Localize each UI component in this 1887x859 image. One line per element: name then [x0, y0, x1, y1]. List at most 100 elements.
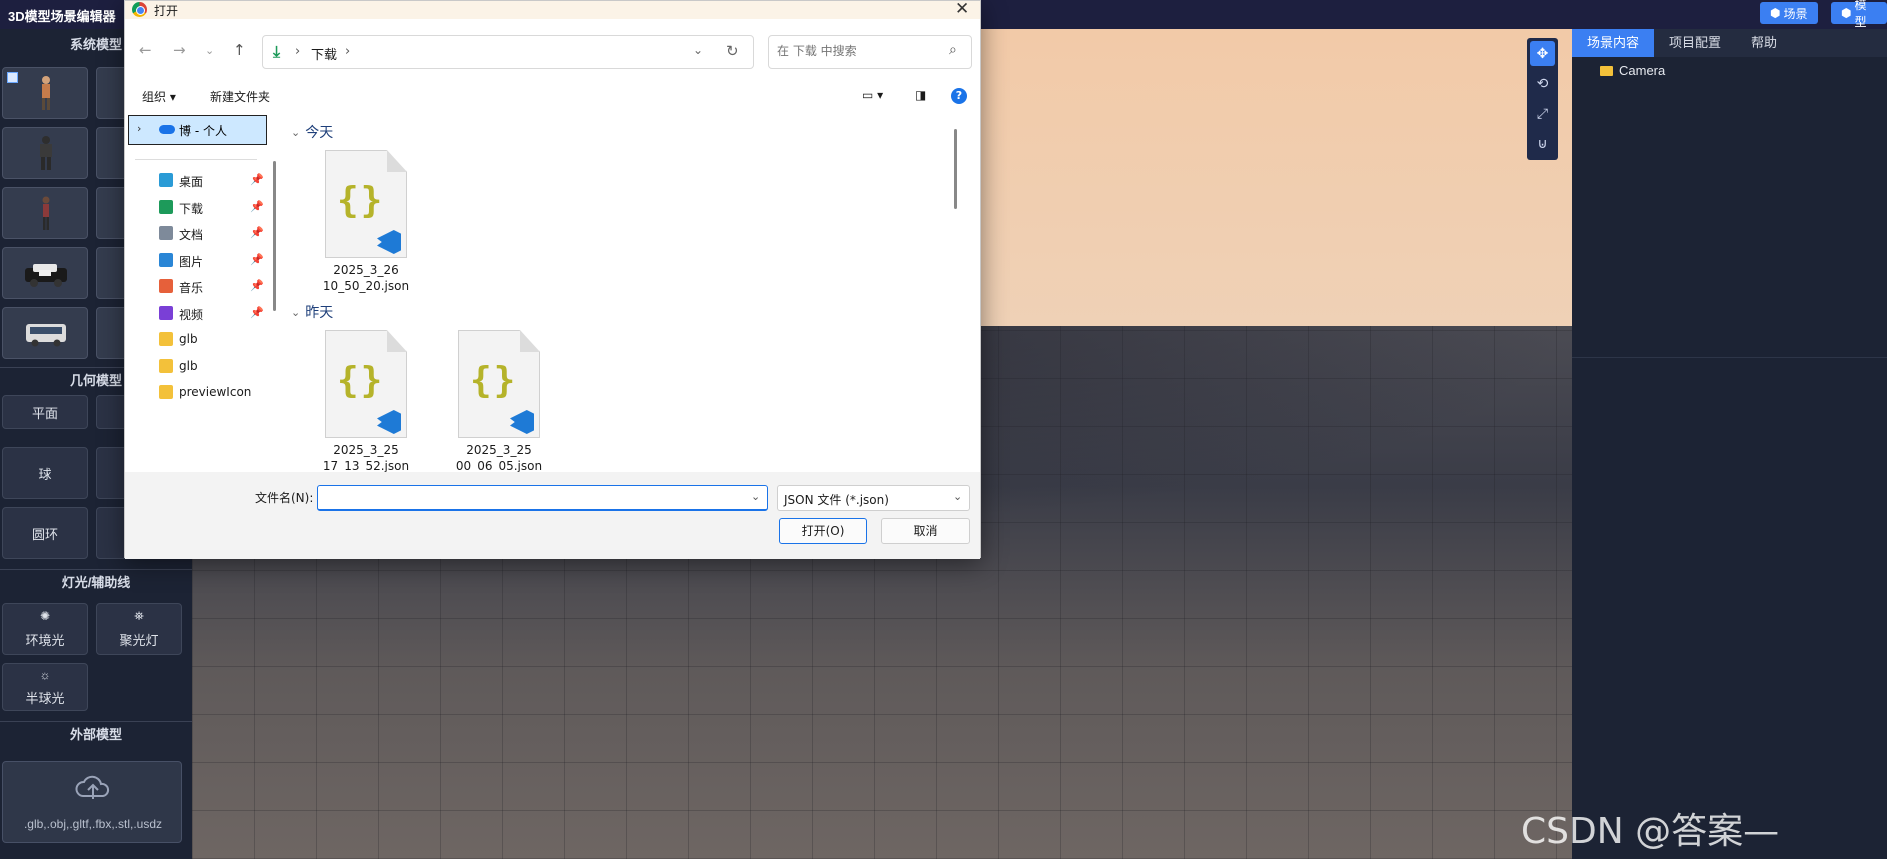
system-model-tile[interactable]	[2, 67, 88, 119]
address-bar[interactable]: ⤓ › 下载 › ⌄ ↻	[262, 35, 754, 69]
filetype-value: JSON 文件 (*.json)	[784, 493, 889, 507]
nav-item[interactable]: 视频 📌	[125, 302, 271, 326]
file-item[interactable]: {} 2025_3_25 00_06_05.json	[446, 330, 542, 472]
nav-item[interactable]: previewIcon	[125, 381, 271, 405]
rotate-icon[interactable]: ⟲	[1530, 71, 1555, 96]
nav-item-label: 下载	[179, 201, 204, 216]
nav-item[interactable]: 桌面 📌	[125, 169, 271, 193]
search-box[interactable]: ⌕	[768, 35, 972, 69]
nav-item-label: 博 - 个人	[179, 124, 227, 138]
app-title: 3D模型场景编辑器	[8, 9, 116, 24]
pin-icon[interactable]: 📌	[250, 173, 264, 186]
search-input[interactable]	[777, 44, 937, 58]
light-item-ambient[interactable]: ✺ 环境光	[2, 603, 88, 655]
content-scrollbar[interactable]	[954, 129, 957, 209]
geometry-item-torus[interactable]: 圆环	[2, 507, 88, 559]
file-name: 2025_3_25 00_06_05.json	[455, 443, 543, 472]
pin-icon[interactable]: 📌	[250, 306, 264, 319]
light-item-label: 聚光灯	[119, 633, 159, 648]
hemisphere-light-icon: ☼	[39, 668, 51, 682]
model-button-label: 模型	[1854, 0, 1867, 29]
scene-tree-item-camera[interactable]: Camera	[1600, 63, 1665, 78]
navigation-pane: › 博 - 个人 桌面 📌 下载 📌 文档 📌 图片 📌 音乐 📌 视频 📌 glb glb preview…	[125, 111, 277, 472]
library-icon	[159, 252, 173, 267]
group-header-yesterday[interactable]: ⌄ 昨天	[291, 302, 333, 322]
human-figure-thumbnail	[42, 76, 50, 110]
help-icon[interactable]: ?	[951, 88, 967, 104]
cube-icon: ⬢	[1770, 6, 1781, 20]
scale-icon[interactable]: ⤢	[1530, 101, 1555, 126]
geometry-item-sphere[interactable]: 球	[2, 447, 88, 499]
view-mode-icon[interactable]: ▭ ▾	[862, 88, 883, 102]
system-model-tile[interactable]	[2, 127, 88, 179]
pin-icon[interactable]: 📌	[250, 200, 264, 213]
nav-item-label: 音乐	[179, 281, 204, 295]
nav-item[interactable]: glb	[125, 355, 271, 379]
light-item-spotlight[interactable]: ⛯ 聚光灯	[96, 603, 182, 655]
filename-input[interactable]: ⌄	[317, 485, 768, 511]
file-name: 2025_3_25 17_13_52.json	[322, 443, 410, 472]
refresh-icon[interactable]: ↻	[726, 42, 739, 60]
nav-item-label: 视频	[179, 307, 204, 322]
move-icon[interactable]: ✥	[1530, 41, 1555, 66]
model-button[interactable]: ⬢ 模型	[1831, 0, 1887, 29]
group-header-today[interactable]: ⌄ 今天	[291, 122, 333, 142]
upload-hint: .glb,.obj,.gltf,.fbx,.stl,.usdz	[23, 817, 163, 831]
forward-arrow-icon[interactable]: →	[173, 41, 186, 59]
model-upload-dropzone[interactable]: .glb,.obj,.gltf,.fbx,.stl,.usdz	[2, 761, 182, 843]
nav-item-onedrive[interactable]: › 博 - 个人	[128, 115, 267, 145]
dialog-footer: 文件名(N): ⌄ JSON 文件 (*.json) ⌄ 打开(O) 取消	[125, 472, 980, 559]
cloud-icon	[159, 125, 175, 134]
preview-pane-icon[interactable]: ◨	[915, 88, 926, 102]
nav-item[interactable]: glb	[125, 328, 271, 352]
breadcrumb-location[interactable]: 下载	[311, 44, 337, 63]
up-arrow-icon[interactable]: ↑	[233, 41, 246, 59]
scene-button-label: 场景	[1783, 6, 1808, 21]
folder-icon	[1600, 65, 1613, 76]
cloud-upload-icon	[75, 775, 110, 799]
close-icon[interactable]: ✕	[955, 0, 969, 19]
geometry-item-plane[interactable]: 平面	[2, 395, 88, 429]
chevron-down-icon[interactable]: ⌄	[205, 44, 214, 57]
scene-button[interactable]: ⬢ 场景	[1760, 2, 1818, 24]
file-item[interactable]: {} 2025_3_25 17_13_52.json	[313, 330, 409, 472]
library-icon	[159, 279, 173, 293]
tab-help[interactable]: 帮助	[1736, 29, 1792, 57]
new-folder-button[interactable]: 新建文件夹	[210, 88, 270, 105]
nav-item[interactable]: 图片 📌	[125, 249, 271, 273]
selection-icon	[7, 72, 18, 83]
system-model-tile[interactable]	[2, 307, 88, 359]
bus-thumbnail	[26, 324, 66, 347]
chevron-down-icon[interactable]: ⌄	[751, 490, 760, 503]
transform-toolbar: ✥ ⟲ ⤢ ⊍	[1527, 38, 1558, 160]
chevron-right-icon: ›	[137, 122, 142, 135]
geometry-item-label: 平面	[31, 406, 58, 421]
chrome-icon	[132, 2, 147, 17]
nav-item-label: previewIcon	[179, 385, 252, 399]
back-arrow-icon[interactable]: ←	[139, 41, 152, 59]
library-icon	[159, 173, 173, 187]
filetype-select[interactable]: JSON 文件 (*.json) ⌄	[777, 485, 970, 511]
scene-tree-label: Camera	[1619, 63, 1666, 78]
pin-icon[interactable]: 📌	[250, 226, 264, 239]
nav-item[interactable]: 文档 📌	[125, 222, 271, 246]
magnet-icon[interactable]: ⊍	[1530, 131, 1555, 156]
system-model-tile[interactable]	[2, 247, 88, 299]
system-model-tile[interactable]	[2, 187, 88, 239]
pin-icon[interactable]: 📌	[250, 253, 264, 266]
chevron-down-icon[interactable]: ⌄	[693, 43, 703, 57]
right-panel: 场景内容 项目配置 帮助 Camera	[1572, 29, 1887, 859]
file-list: ⌄ 今天 ⌄ 昨天 {} 2025_3_26 10_50_20.json {} …	[283, 111, 970, 472]
cancel-button[interactable]: 取消	[881, 518, 970, 544]
light-item-hemisphere[interactable]: ☼ 半球光	[2, 663, 88, 711]
file-item[interactable]: {} 2025_3_26 10_50_20.json	[313, 150, 409, 295]
organize-menu[interactable]: 组织 ▾	[142, 88, 176, 105]
tab-project-config[interactable]: 项目配置	[1654, 29, 1736, 57]
right-panel-tabs: 场景内容 项目配置 帮助	[1572, 29, 1887, 57]
tab-scene-content[interactable]: 场景内容	[1572, 29, 1655, 57]
nav-item[interactable]: 下载 📌	[125, 196, 271, 220]
pin-icon[interactable]: 📌	[250, 279, 264, 292]
nav-scrollbar[interactable]	[273, 161, 276, 311]
open-button[interactable]: 打开(O)	[779, 518, 867, 544]
nav-item[interactable]: 音乐 📌	[125, 275, 271, 299]
